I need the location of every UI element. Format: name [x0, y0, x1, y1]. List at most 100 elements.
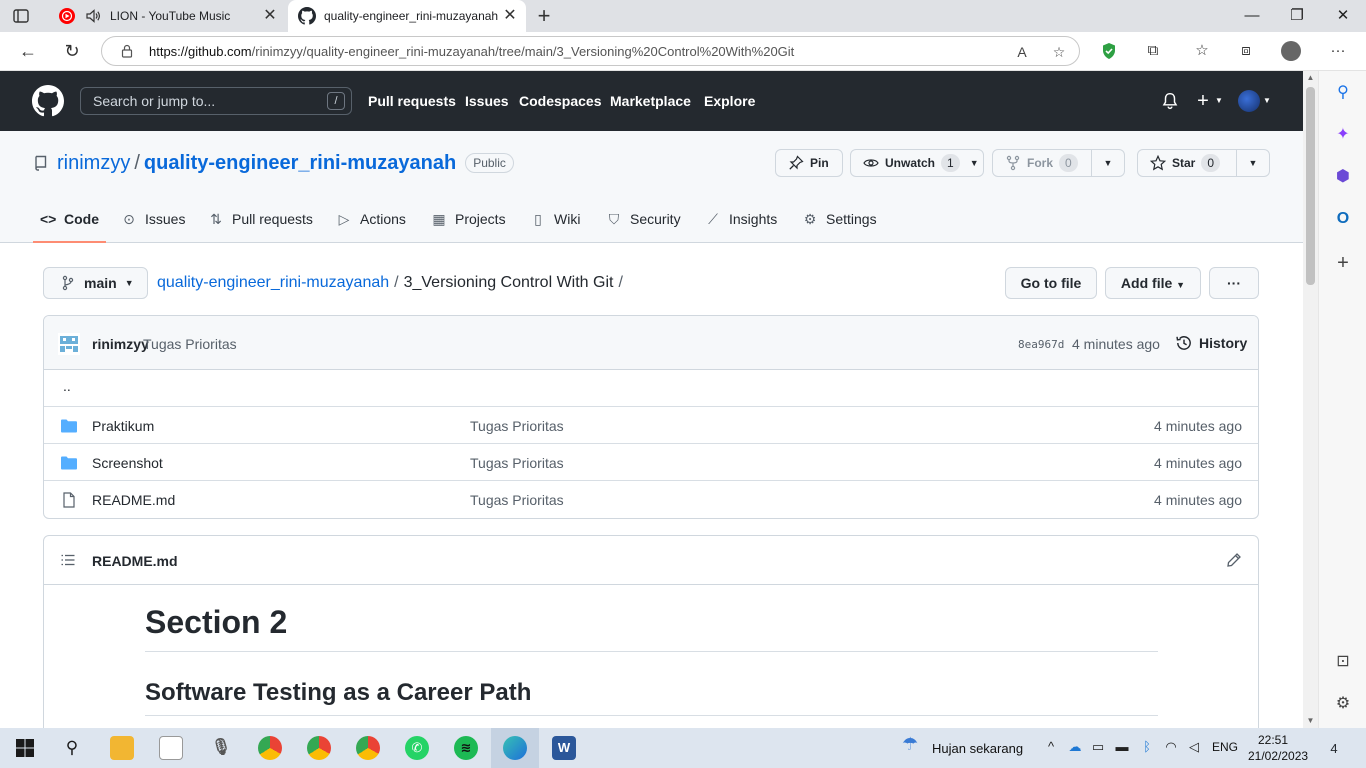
- tab-issues[interactable]: ⊙ Issues: [121, 203, 185, 243]
- spotify-icon[interactable]: ≋: [454, 736, 478, 760]
- copilot-icon[interactable]: ✦: [1333, 125, 1353, 145]
- windows-start-icon[interactable]: [13, 736, 37, 760]
- avatar[interactable]: [58, 333, 80, 355]
- read-aloud-icon[interactable]: A: [1013, 43, 1031, 61]
- onedrive-icon[interactable]: ☁: [1067, 739, 1083, 755]
- commit-sha[interactable]: 8ea967d: [1018, 338, 1064, 351]
- tab-insights[interactable]: ⟋ Insights: [705, 203, 777, 243]
- rain-weather-icon[interactable]: ☂: [902, 735, 918, 753]
- speaker-icon[interactable]: [84, 7, 102, 25]
- repo-name-link[interactable]: quality-engineer_rini-muzayanah: [144, 152, 456, 175]
- close-tab-icon[interactable]: ✕: [500, 6, 520, 26]
- tab-security[interactable]: ⛉ Security: [606, 203, 681, 243]
- scroll-up-icon[interactable]: ▲: [1303, 71, 1318, 85]
- table-row[interactable]: Praktikum Tugas Prioritas 4 minutes ago: [44, 407, 1258, 444]
- outlook-icon[interactable]: O: [1333, 209, 1353, 229]
- scrollbar-thumb[interactable]: [1306, 87, 1315, 285]
- search-input[interactable]: Search or jump to... /: [80, 87, 352, 115]
- meet-icon[interactable]: ▭: [1090, 739, 1106, 755]
- shield-extension-icon[interactable]: [1099, 41, 1119, 61]
- add-file-button[interactable]: Add file ▼: [1105, 267, 1201, 299]
- fork-dropdown-icon[interactable]: ▼: [1091, 150, 1124, 176]
- battery-icon[interactable]: ▬: [1114, 739, 1130, 755]
- commit-message[interactable]: Tugas Prioritas: [143, 336, 237, 352]
- bell-icon[interactable]: [1161, 92, 1179, 110]
- go-to-file-button[interactable]: Go to file: [1005, 267, 1097, 299]
- close-window-icon[interactable]: ✕: [1333, 6, 1353, 26]
- whatsapp-icon[interactable]: ✆: [405, 736, 429, 760]
- nav-codespaces[interactable]: Codespaces: [519, 93, 601, 109]
- table-row[interactable]: Screenshot Tugas Prioritas 4 minutes ago: [44, 444, 1258, 481]
- tab-actions[interactable]: ▷ Actions: [336, 203, 406, 243]
- chrome-icon[interactable]: [356, 736, 380, 760]
- new-tab-icon[interactable]: +: [533, 5, 555, 27]
- edge-icon[interactable]: [503, 736, 527, 760]
- more-menu-icon[interactable]: ···: [1328, 41, 1348, 61]
- nav-explore[interactable]: Explore: [704, 93, 755, 109]
- breadcrumb-repo-link[interactable]: quality-engineer_rini-muzayanah: [157, 274, 389, 291]
- lock-icon[interactable]: [120, 44, 134, 58]
- bluetooth-icon[interactable]: ᛒ: [1139, 739, 1155, 755]
- file-explorer-icon[interactable]: [110, 736, 134, 760]
- favorites-icon[interactable]: ☆: [1192, 41, 1212, 61]
- file-commit-message[interactable]: Tugas Prioritas: [470, 418, 564, 434]
- profile-avatar[interactable]: [1281, 41, 1301, 61]
- github-logo-icon[interactable]: [32, 85, 64, 117]
- nav-pull-requests[interactable]: Pull requests: [368, 93, 456, 109]
- repo-owner-link[interactable]: rinimzyy: [57, 152, 130, 175]
- nav-marketplace[interactable]: Marketplace: [610, 93, 691, 109]
- browser-tab-youtube-music[interactable]: LION - YouTube Music ✕: [48, 0, 286, 32]
- favorite-star-icon[interactable]: ☆: [1050, 43, 1068, 61]
- fork-button[interactable]: Fork 0 ▼: [992, 149, 1125, 177]
- chrome-icon[interactable]: [307, 736, 331, 760]
- tab-settings[interactable]: ⚙ Settings: [802, 203, 877, 243]
- parent-directory-link[interactable]: ..: [63, 378, 71, 394]
- unwatch-button[interactable]: Unwatch 1 ▼: [850, 149, 984, 177]
- office-icon[interactable]: ⬢: [1333, 167, 1353, 187]
- chevron-up-icon[interactable]: ^: [1043, 739, 1059, 755]
- star-dropdown-icon[interactable]: ▼: [1236, 150, 1269, 176]
- notification-center-icon[interactable]: 4: [1323, 738, 1345, 760]
- reload-icon[interactable]: ↻: [61, 40, 83, 62]
- clock[interactable]: 22:51 21/02/2023: [1248, 732, 1308, 764]
- weather-text[interactable]: Hujan sekarang: [932, 741, 1023, 756]
- pencil-icon[interactable]: [1226, 552, 1242, 568]
- pin-button[interactable]: Pin: [775, 149, 843, 177]
- back-icon[interactable]: ←: [17, 40, 39, 62]
- search-icon[interactable]: ⚲: [60, 736, 84, 760]
- word-icon[interactable]: W: [552, 736, 576, 760]
- nav-issues[interactable]: Issues: [465, 93, 509, 109]
- microphone-app-icon[interactable]: 🎙: [209, 736, 233, 760]
- parent-directory-row[interactable]: ..: [44, 370, 1258, 407]
- chrome-icon[interactable]: [258, 736, 282, 760]
- gear-icon[interactable]: ⚙: [1333, 694, 1353, 714]
- file-name-link[interactable]: README.md: [92, 492, 175, 508]
- chevron-down-icon[interactable]: ▼: [1258, 92, 1276, 110]
- close-tab-icon[interactable]: ✕: [260, 6, 280, 26]
- tab-actions-icon[interactable]: [12, 7, 30, 25]
- branch-selector-button[interactable]: main ▼: [43, 267, 148, 299]
- search-icon[interactable]: ⚲: [1333, 83, 1353, 103]
- extensions-icon[interactable]: ⧉: [1143, 41, 1163, 61]
- file-name-link[interactable]: Praktikum: [92, 418, 154, 434]
- table-row[interactable]: README.md Tugas Prioritas 4 minutes ago: [44, 481, 1258, 518]
- address-bar[interactable]: https://github.com/rinimzyy/quality-engi…: [101, 36, 1080, 66]
- wifi-icon[interactable]: ◠: [1163, 739, 1179, 755]
- avatar[interactable]: [1238, 90, 1260, 112]
- hide-sidebar-icon[interactable]: ⊡: [1333, 652, 1353, 672]
- add-sidebar-app-icon[interactable]: +: [1333, 253, 1353, 273]
- tab-pull-requests[interactable]: ⇅ Pull requests: [208, 203, 313, 243]
- page-scrollbar[interactable]: ▲ ▼: [1303, 71, 1318, 728]
- restore-icon[interactable]: ❐: [1287, 6, 1307, 26]
- collections-icon[interactable]: ⧈: [1236, 41, 1256, 61]
- chevron-down-icon[interactable]: ▼: [1210, 92, 1228, 110]
- history-link[interactable]: History: [1175, 334, 1247, 352]
- volume-icon[interactable]: ◁: [1186, 739, 1202, 755]
- scroll-down-icon[interactable]: ▼: [1303, 714, 1318, 728]
- tab-wiki[interactable]: ▯ Wiki: [530, 203, 580, 243]
- browser-tab-github[interactable]: quality-engineer_rini-muzayanah ✕: [288, 0, 526, 32]
- commit-author[interactable]: rinimzyy: [92, 336, 149, 352]
- tab-code[interactable]: <> Code: [33, 203, 106, 243]
- store-icon[interactable]: [159, 736, 183, 760]
- file-name-link[interactable]: Screenshot: [92, 455, 163, 471]
